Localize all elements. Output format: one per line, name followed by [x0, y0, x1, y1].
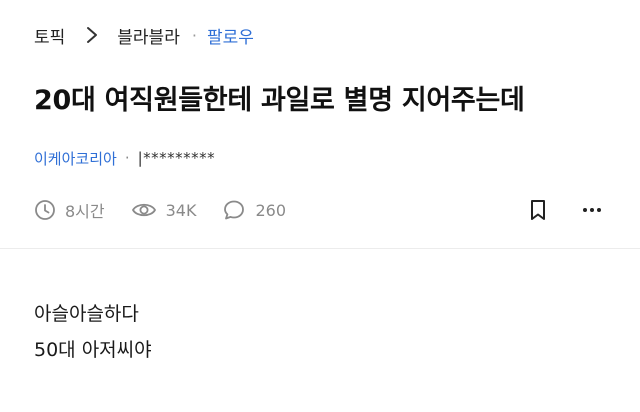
post-body-line: 50대 아저씨야: [34, 339, 152, 361]
post-meta: 8시간 34K 260: [34, 196, 604, 224]
post-body-line: 아슬아슬하다: [34, 303, 139, 325]
author-separator: ·: [124, 149, 130, 167]
post-views-label: 34K: [165, 200, 197, 220]
divider: [0, 248, 640, 249]
eye-icon: [131, 203, 156, 217]
author-name: |*********: [137, 149, 216, 167]
post-time: 8시간: [34, 198, 105, 222]
breadcrumb-topic[interactable]: 토픽: [34, 23, 65, 48]
comment-icon: [224, 200, 245, 220]
post-comments[interactable]: 260: [222, 199, 286, 221]
author-info: 이케아코리아 · |*********: [34, 146, 215, 170]
bookmark-icon: [531, 200, 545, 220]
more-button[interactable]: [580, 197, 604, 223]
breadcrumb-separator: ·: [191, 25, 197, 45]
post-time-label: 8시간: [65, 202, 105, 221]
post-views: 34K: [131, 199, 197, 221]
breadcrumb-board[interactable]: 블라블라: [117, 23, 180, 48]
post-actions: [526, 197, 604, 223]
post-title: 20대 여직원들한테 과일로 별명 지어주는데: [34, 85, 525, 116]
post-body: 아슬아슬하다 50대 아저씨야: [34, 296, 152, 368]
more-icon: [583, 208, 601, 212]
follow-button[interactable]: 팔로우: [207, 23, 254, 48]
clock-icon: [35, 200, 55, 220]
bookmark-button[interactable]: [526, 197, 550, 223]
post-comments-label: 260: [255, 200, 287, 220]
author-company[interactable]: 이케아코리아: [34, 148, 117, 169]
breadcrumb: 토픽 블라블라 · 팔로우: [34, 22, 254, 48]
chevron-right-icon: [81, 24, 103, 46]
